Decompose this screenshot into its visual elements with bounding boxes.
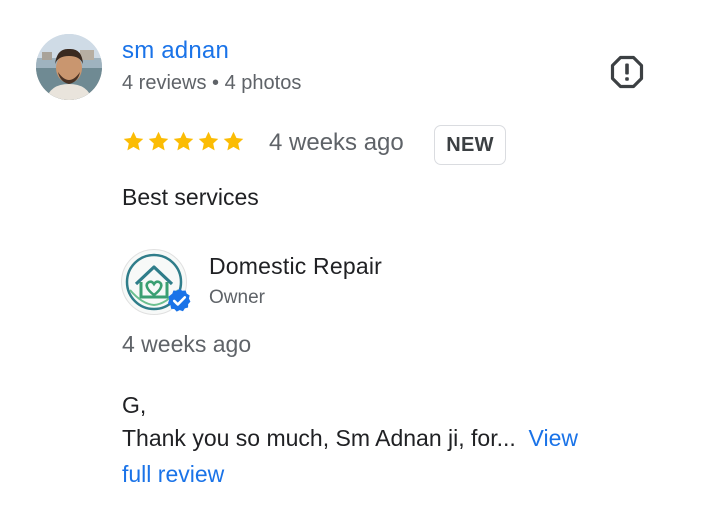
view-full-review-link[interactable]: View <box>529 425 578 451</box>
owner-role: Owner <box>209 287 265 308</box>
new-badge: NEW <box>434 125 506 165</box>
reply-text-line-2: Thank you so much, Sm Adnan ji, for... V… <box>122 425 578 452</box>
review-text: Best services <box>122 184 259 210</box>
reviewer-avatar[interactable] <box>36 34 102 100</box>
reply-time: 4 weeks ago <box>122 331 252 357</box>
star-icon <box>123 131 144 151</box>
view-full-review-link-continued[interactable]: full review <box>122 461 224 488</box>
star-rating <box>122 130 245 156</box>
reply-text-line-1: G, <box>122 392 147 418</box>
owner-name: Domestic Repair <box>209 253 382 279</box>
reviewer-stats: 4 reviews • 4 photos <box>122 72 302 94</box>
avatar-photo <box>36 34 102 100</box>
report-flag-icon <box>610 55 644 89</box>
star-icon <box>148 131 169 151</box>
review-time: 4 weeks ago <box>269 129 404 156</box>
star-icon <box>173 131 194 151</box>
star-icon <box>223 131 244 151</box>
verified-badge-icon <box>168 288 191 312</box>
star-icon <box>198 131 219 151</box>
verified-owner-badge <box>166 287 193 314</box>
reply-text-snippet: Thank you so much, Sm Adnan ji, for... <box>122 425 516 451</box>
reviewer-name[interactable]: sm adnan <box>122 37 229 65</box>
report-review-button[interactable] <box>609 54 645 90</box>
